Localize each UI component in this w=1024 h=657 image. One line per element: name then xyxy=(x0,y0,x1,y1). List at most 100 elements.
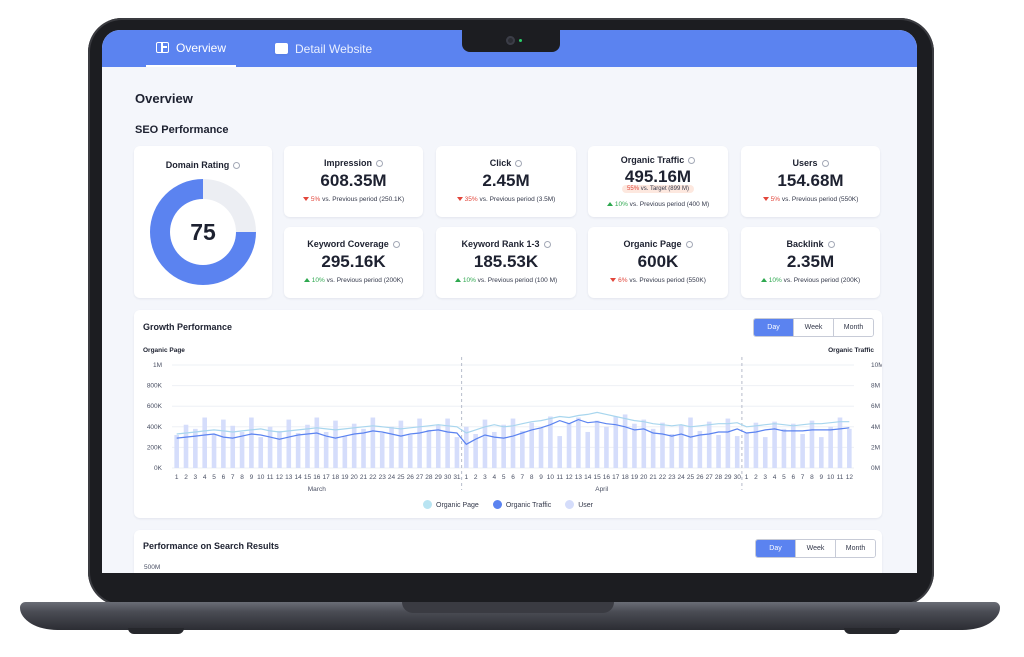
bar xyxy=(744,432,749,468)
bar xyxy=(221,419,226,468)
right-tick-label: 0M xyxy=(871,465,880,472)
tab-label: Overview xyxy=(176,40,227,55)
x-tick-label: 27 xyxy=(416,474,424,481)
card-icon xyxy=(275,43,288,54)
bar xyxy=(557,436,563,468)
bar xyxy=(734,436,740,468)
x-tick-label: 17 xyxy=(612,474,620,481)
domain-rating-card: Domain Rating 75 xyxy=(134,146,272,298)
x-tick-label: 29 xyxy=(724,474,732,481)
x-tick-label: 22 xyxy=(369,474,377,481)
metric-card-keyword-rank: Keyword Rank 1-3 185.53K 10% vs. Previou… xyxy=(436,227,576,298)
metric-value: 295.16K xyxy=(321,252,386,271)
bar xyxy=(407,435,413,468)
metric-target: 55% vs. Target (899 M) xyxy=(588,185,728,193)
bar xyxy=(604,426,609,468)
info-icon[interactable] xyxy=(827,241,835,248)
x-tick-label: 5 xyxy=(502,474,506,481)
legend-item-organic-traffic[interactable]: Organic Traffic xyxy=(492,500,551,509)
left-tick-label: 200K xyxy=(147,444,163,451)
bar xyxy=(426,429,432,468)
range-day-button[interactable]: Day xyxy=(756,540,795,557)
metric-delta: 6% vs. Previous period (550K) xyxy=(588,277,728,284)
metric-name: Organic Traffic xyxy=(588,155,728,165)
x-tick-label: 27 xyxy=(706,474,714,481)
tab-detail-website[interactable]: Detail Website xyxy=(265,30,382,67)
info-icon[interactable] xyxy=(233,162,241,169)
x-tick-label: 26 xyxy=(407,474,415,481)
x-tick-label: 10 xyxy=(547,474,555,481)
info-icon[interactable] xyxy=(688,157,696,164)
right-tick-label: 2M xyxy=(871,444,880,451)
bar xyxy=(342,436,348,468)
x-tick-label: 6 xyxy=(222,474,226,481)
x-tick-label: 11 xyxy=(556,474,563,481)
search-results-panel: Performance on Search Results Day Week M… xyxy=(134,530,882,573)
bar xyxy=(520,430,525,468)
domain-rating-label: Domain Rating xyxy=(134,160,272,170)
bar xyxy=(847,428,852,468)
info-icon[interactable] xyxy=(685,241,693,248)
x-tick-label: 31 xyxy=(453,474,461,481)
x-tick-label: 16 xyxy=(313,474,321,481)
metric-delta: 5% vs. Previous period (550K) xyxy=(741,196,880,203)
bar xyxy=(333,420,338,468)
x-tick-label: 5 xyxy=(782,474,786,481)
x-tick-label: 18 xyxy=(332,474,340,481)
x-tick-label: 20 xyxy=(351,474,359,481)
bar xyxy=(314,417,320,468)
section-title: SEO Performance xyxy=(135,124,229,136)
info-icon[interactable] xyxy=(543,241,551,248)
metric-value: 2.35M xyxy=(786,252,835,271)
bar xyxy=(706,421,712,468)
x-tick-label: 14 xyxy=(295,474,303,481)
x-tick-label: 30 xyxy=(734,474,742,481)
info-icon[interactable] xyxy=(376,160,383,167)
bar xyxy=(678,424,684,468)
arrow-down-icon xyxy=(610,278,617,282)
range-month-button[interactable]: Month xyxy=(835,540,875,557)
right-tick-label: 6M xyxy=(871,403,880,410)
range-toggle: Day Week Month xyxy=(755,539,876,558)
legend-item-organic-page[interactable]: Organic Page xyxy=(423,500,479,509)
bar xyxy=(585,431,591,468)
bar xyxy=(688,417,693,468)
x-tick-label: 2 xyxy=(754,474,758,481)
x-tick-label: 8 xyxy=(240,474,244,481)
metric-value: 185.53K xyxy=(473,252,539,271)
bar xyxy=(174,435,179,468)
metric-card-impression: Impression 608.35M 5% vs. Previous perio… xyxy=(284,146,423,217)
metric-value: 2.45M xyxy=(482,171,530,190)
left-tick-label: 600K xyxy=(147,403,163,410)
legend-item-user[interactable]: User xyxy=(565,500,593,509)
x-tick-label: 29 xyxy=(435,474,443,481)
metric-card-users: Users 154.68M 5% vs. Previous period (55… xyxy=(741,146,880,217)
info-icon[interactable] xyxy=(392,241,400,248)
x-tick-label: 17 xyxy=(323,474,331,481)
x-tick-label: 8 xyxy=(810,474,814,481)
left-tick-label: 0K xyxy=(154,465,163,472)
x-tick-label: 23 xyxy=(379,474,387,481)
bar xyxy=(800,434,805,468)
metric-name: Click xyxy=(436,158,576,168)
page-title: Overview xyxy=(135,91,193,106)
bar xyxy=(594,420,600,468)
bar xyxy=(753,422,759,468)
right-tick-label: 4M xyxy=(871,424,880,431)
domain-rating-value: 75 xyxy=(170,199,236,265)
x-tick-label: 28 xyxy=(715,474,723,481)
info-icon[interactable] xyxy=(821,160,829,167)
x-tick-label: 11 xyxy=(837,474,844,481)
x-tick-label: 6 xyxy=(511,474,515,481)
info-icon[interactable] xyxy=(515,160,523,167)
x-tick-label: 25 xyxy=(687,474,695,481)
bar xyxy=(361,428,366,468)
metric-name: Organic Page xyxy=(588,239,728,249)
x-tick-label: 6 xyxy=(791,474,795,481)
range-week-button[interactable]: Week xyxy=(795,540,835,557)
x-tick-label: 9 xyxy=(250,474,254,481)
bar xyxy=(837,417,843,468)
x-tick-label: 10 xyxy=(257,474,265,481)
y-axis-tick: 500M xyxy=(144,564,161,571)
tab-overview[interactable]: Overview xyxy=(146,30,237,67)
